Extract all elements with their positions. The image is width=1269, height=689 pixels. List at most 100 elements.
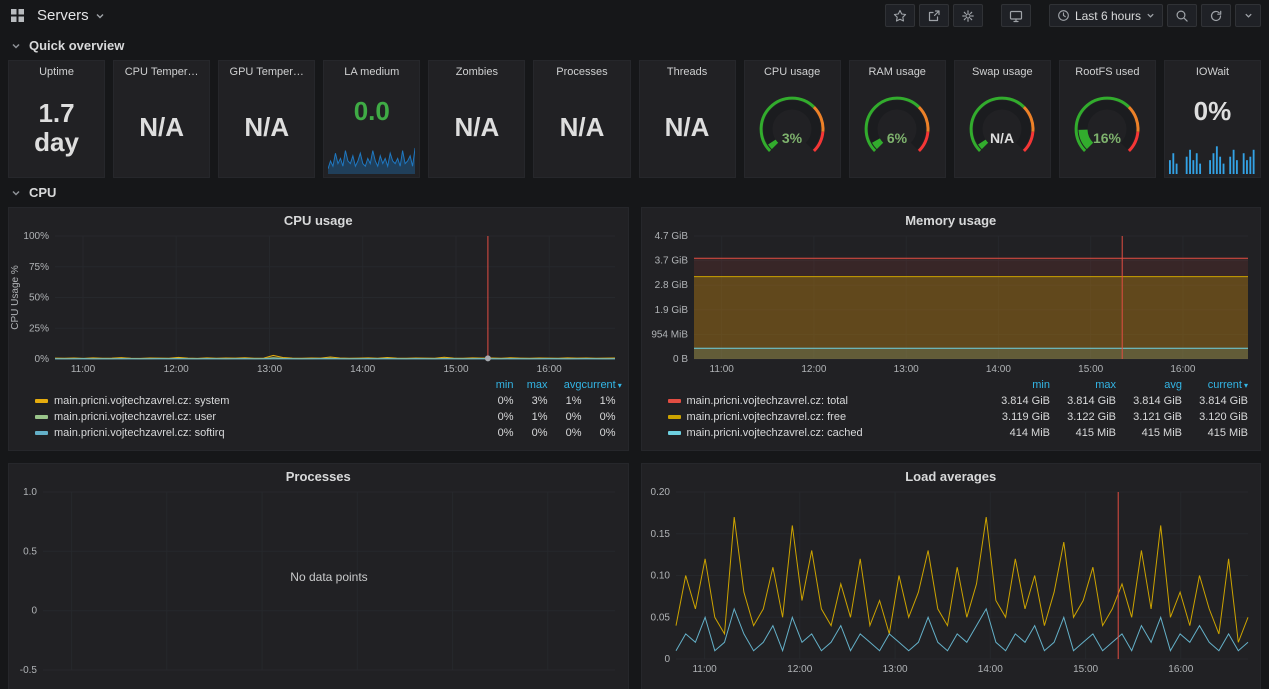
legend-series-toggle[interactable]: main.pricni.vojtechzavrel.cz: cached [667,427,985,439]
caret-down-icon [1147,13,1154,18]
time-range-picker[interactable]: Last 6 hours [1048,4,1163,27]
gauge: N/A [955,78,1050,177]
series-color-icon[interactable] [35,399,48,403]
svg-text:3%: 3% [782,130,803,146]
svg-text:13:00: 13:00 [893,364,918,375]
legend-header: min max avg current ▾ [668,377,1248,393]
legend: min max avg current ▾ main.pricni.vojtechzavr… [642,376,1261,447]
star-button[interactable] [884,4,915,27]
stat-panel-title[interactable]: GPU Temper… [219,61,314,78]
svg-text:0: 0 [664,654,670,665]
stat-value: 0% [1193,95,1232,126]
gear-icon [962,9,974,22]
stat-panel-title[interactable]: CPU Temper… [114,61,209,78]
stat-panel-title[interactable]: RootFS used [1060,61,1155,78]
legend-sort-current[interactable]: current ▾ [1182,379,1248,391]
svg-text:50%: 50% [29,293,49,304]
legend-clipped-row [668,441,1249,447]
dashboard-title-dropdown[interactable]: Servers [37,7,105,24]
svg-text:16:00: 16:00 [1168,664,1193,675]
chart-load-averages: 11:00 12:00 13:00 14:00 15:00 16:00 0 0.05 0.10 0… [650,487,1248,675]
legend-sort-avg[interactable]: avg [548,379,582,391]
stat-panel-threads: Threads N/A [638,60,736,178]
stat-panel-title[interactable]: Processes [534,61,629,78]
panel-title[interactable]: Memory usage [642,208,1261,230]
legend-series-toggle[interactable]: main.pricni.vojtechzavrel.cz: free [667,411,985,423]
series-color-icon[interactable] [667,431,681,435]
legend-stat-value: 0% [565,411,582,423]
legend-series-toggle[interactable]: main.pricni.vojtechzavrel.cz: softirq [35,427,480,439]
svg-text:16:00: 16:00 [537,364,562,375]
legend-sort-avg[interactable]: avg [1116,379,1182,391]
stat-panel-title[interactable]: RAM usage [850,61,945,78]
svg-text:CPU Usage %: CPU Usage % [10,265,21,330]
svg-text:14:00: 14:00 [977,664,1002,675]
refresh-interval-dropdown[interactable] [1235,4,1261,27]
stat-panel-title[interactable]: Uptime [9,61,104,78]
share-button[interactable] [918,4,949,27]
stat-panel-title[interactable]: LA medium [324,61,419,78]
stat-panel-title[interactable]: IOWait [1165,61,1260,78]
stat-panel-zombies: Zombies N/A [428,60,526,178]
row-header-quick-overview[interactable]: Quick overview [0,31,1269,58]
svg-text:13:00: 13:00 [257,364,282,375]
legend-series-toggle[interactable]: main.pricni.vojtechzavrel.cz: total [667,395,985,407]
tv-mode-button[interactable] [1000,4,1031,27]
series-color-icon[interactable] [35,431,48,435]
time-range-label: Last 6 hours [1074,8,1141,23]
sparkline-bars [1168,146,1255,174]
legend-stat-value: 3.814 GiB [1067,395,1116,407]
svg-text:75%: 75% [29,262,49,273]
stat-panel-title[interactable]: Threads [640,61,735,78]
panel-title[interactable]: Load averages [642,464,1261,486]
legend-item: main.pricni.vojtechzavrel.cz: softirq 0% 0… [35,425,616,441]
svg-text:16%: 16% [1093,130,1122,146]
panel-title[interactable]: CPU usage [9,208,628,230]
legend-sort-min[interactable]: min [984,379,1050,391]
stat-panel-gpu-temper: GPU Temper… N/A [218,60,316,178]
grafana-menu-button[interactable] [8,6,27,25]
stat-panel-rootfs-used: RootFS used 16% [1058,60,1156,178]
series-color-icon[interactable] [35,415,48,419]
svg-text:1.0: 1.0 [23,487,37,498]
grafana-dashboard: Servers Last 6 hours Quick overview Upti… [0,0,1269,689]
graph-panel-cpu-usage: CPU usage 11:00 12:00 13:00 14:00 15:00 16:00 0… [8,207,629,451]
legend-stat-value: 0% [565,427,582,439]
panel-title[interactable]: Processes [9,464,628,486]
gauge: 16% [1060,78,1155,177]
legend-sort-min[interactable]: min [480,379,514,391]
legend-stat-value: 1% [599,395,616,407]
legend-item: main.pricni.vojtechzavrel.cz: system 0% 3%… [35,393,616,409]
legend-item: main.pricni.vojtechzavrel.cz: cached 414 … [667,425,1248,441]
stat-panel-title[interactable]: CPU usage [745,61,840,78]
svg-text:100%: 100% [23,231,49,242]
star-icon [893,9,907,22]
svg-text:954 MiB: 954 MiB [651,329,688,340]
chevron-down-icon [12,43,20,49]
svg-text:15:00: 15:00 [443,364,468,375]
svg-text:16:00: 16:00 [1170,364,1195,375]
sort-caret-icon: ▾ [617,381,622,390]
legend-series-toggle[interactable]: main.pricni.vojtechzavrel.cz: user [35,411,480,423]
svg-text:0: 0 [31,606,37,617]
stat-value: N/A [454,112,500,143]
svg-text:4.7 GiB: 4.7 GiB [654,231,688,242]
legend-series-toggle[interactable]: main.pricni.vojtechzavrel.cz: system [35,395,480,407]
settings-button[interactable] [952,4,983,27]
series-color-icon[interactable] [667,415,681,419]
legend-sort-max[interactable]: max [1050,379,1116,391]
stat-panel-la-medium: LA medium 0.0 [323,60,421,178]
legend-sort-current[interactable]: current ▾ [582,379,622,391]
svg-text:0.15: 0.15 [650,529,670,540]
stat-panel-title[interactable]: Swap usage [955,61,1050,78]
row-header-cpu[interactable]: CPU [0,178,1269,205]
stat-value: N/A [559,112,605,143]
dashboard-title: Servers [37,7,89,24]
zoom-out-button[interactable] [1167,4,1197,27]
refresh-button[interactable] [1201,4,1231,27]
legend-sort-max[interactable]: max [514,379,548,391]
stat-panel-title[interactable]: Zombies [429,61,524,78]
svg-text:11:00: 11:00 [709,364,734,375]
series-color-icon[interactable] [667,399,681,403]
stat-value: N/A [664,112,710,143]
